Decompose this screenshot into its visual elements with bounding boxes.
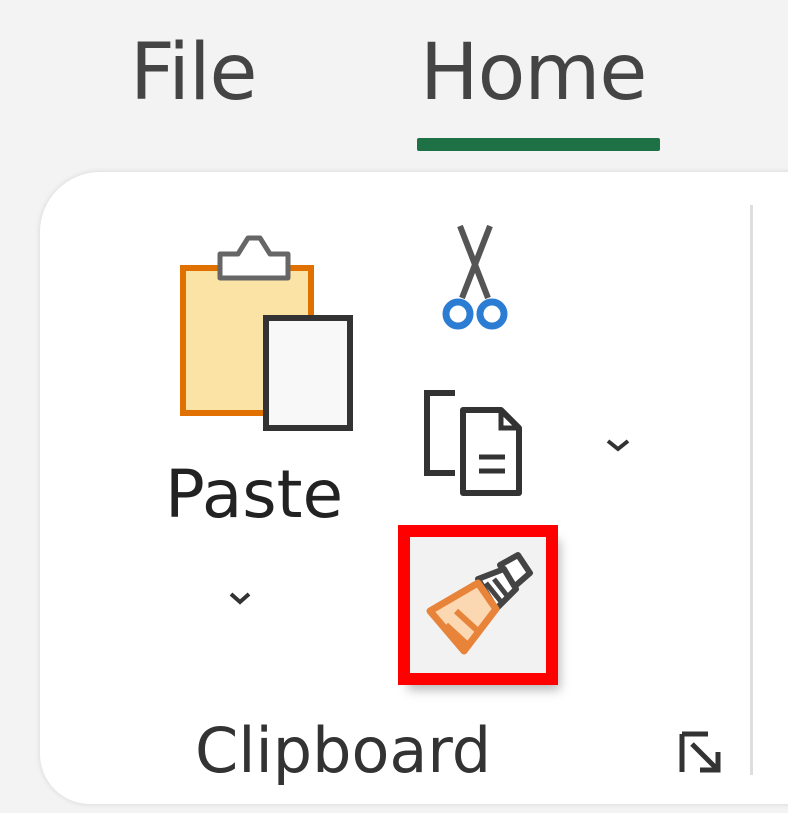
- clipboard-paste-icon: [180, 235, 353, 431]
- group-label-clipboard: Clipboard: [195, 714, 492, 787]
- paste-button[interactable]: Paste: [158, 218, 358, 628]
- paste-dropdown-chevron-icon[interactable]: [228, 590, 252, 606]
- copy-dropdown-chevron-icon[interactable]: [605, 437, 631, 453]
- tab-home[interactable]: Home: [420, 34, 647, 112]
- copy-button[interactable]: [415, 385, 630, 500]
- dialog-launcher-icon: [679, 731, 721, 773]
- cut-button[interactable]: [430, 218, 520, 333]
- active-tab-indicator: [417, 138, 660, 151]
- copy-icon: [424, 390, 522, 496]
- excel-ribbon: File Home Paste Clipboard: [0, 0, 788, 813]
- scissors-icon: [442, 224, 508, 330]
- paintbrush-icon: [426, 552, 533, 655]
- clipboard-dialog-launcher[interactable]: [676, 728, 726, 778]
- paste-label: Paste: [165, 456, 344, 533]
- ribbon-panel: [40, 172, 788, 804]
- tab-file[interactable]: File: [130, 34, 258, 112]
- group-separator: [750, 205, 753, 775]
- format-painter-button[interactable]: [400, 530, 552, 680]
